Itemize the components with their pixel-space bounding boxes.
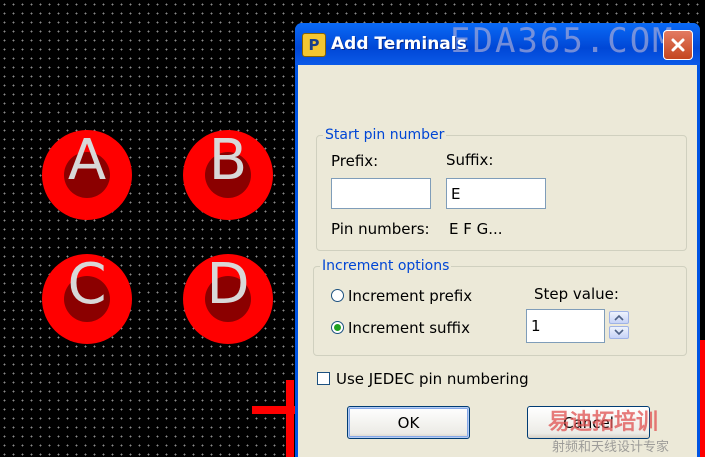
pad-d[interactable]: D [183, 252, 273, 344]
step-value-input[interactable] [526, 309, 605, 343]
training-watermark-subtitle: 射频和天线设计专家 [552, 440, 670, 455]
pad-label: A [67, 128, 107, 193]
step-value-label: Step value: [534, 285, 619, 303]
pad-label: B [208, 128, 248, 193]
chevron-down-icon [614, 329, 624, 336]
increment-options-group: Increment options [313, 258, 687, 356]
site-watermark: EDA365.COM [450, 21, 675, 61]
pad-label: D [206, 252, 250, 317]
chevron-up-icon [614, 314, 624, 321]
start-pin-legend: Start pin number [325, 127, 445, 143]
increment-suffix-radio[interactable] [331, 321, 344, 334]
pad-b[interactable]: B [183, 128, 273, 220]
pcb-trace [700, 340, 705, 457]
increment-suffix-label[interactable]: Increment suffix [348, 319, 470, 337]
pad-label: C [67, 252, 107, 317]
dialog-title: Add Terminals [331, 34, 467, 54]
close-icon [671, 38, 685, 52]
suffix-input[interactable] [446, 178, 546, 209]
dialog-body: Start pin number Prefix: Suffix: Pin num… [298, 65, 697, 457]
step-down-button[interactable] [609, 326, 629, 339]
prefix-input[interactable] [331, 178, 431, 209]
pad-c[interactable]: C [42, 252, 132, 344]
increment-prefix-radio[interactable] [331, 289, 344, 302]
step-up-button[interactable] [609, 311, 629, 324]
pcb-canvas[interactable] [0, 0, 295, 457]
increment-options-legend: Increment options [322, 258, 450, 274]
close-button[interactable] [663, 30, 693, 60]
jedec-checkbox[interactable] [317, 372, 330, 385]
pin-numbers-value: E F G... [449, 220, 503, 238]
pcb-trace [286, 380, 294, 457]
add-terminals-dialog: P EDA365.COM Add Terminals Start pin num… [295, 21, 700, 457]
prefix-label: Prefix: [331, 152, 379, 170]
suffix-label: Suffix: [446, 151, 494, 169]
app-icon: P [302, 33, 326, 57]
pad-a[interactable]: A [42, 128, 132, 220]
ok-button[interactable]: OK [347, 406, 470, 439]
jedec-label[interactable]: Use JEDEC pin numbering [336, 370, 529, 388]
training-watermark: 易迪拓培训 [548, 410, 659, 435]
pin-numbers-label: Pin numbers: [331, 220, 430, 238]
increment-prefix-label[interactable]: Increment prefix [348, 287, 472, 305]
dialog-titlebar[interactable]: P EDA365.COM Add Terminals [295, 21, 700, 65]
